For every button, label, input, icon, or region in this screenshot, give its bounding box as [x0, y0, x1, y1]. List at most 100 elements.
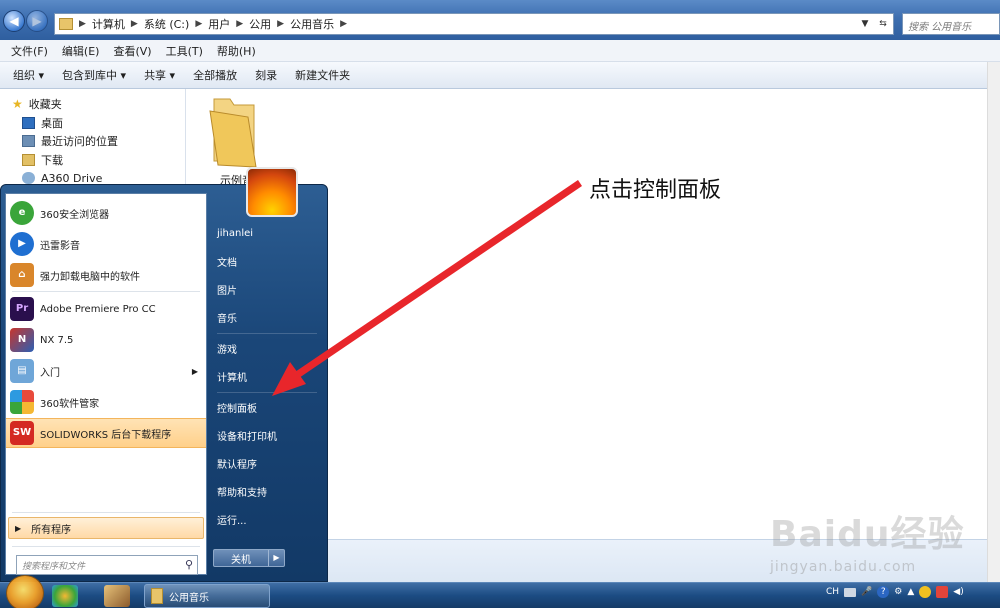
- paint-app-icon[interactable]: [104, 585, 130, 607]
- play-arrow-icon: ▶: [15, 523, 22, 533]
- start-item-default-programs[interactable]: 默认程序: [217, 453, 257, 473]
- nav-label: A360 Drive: [41, 171, 103, 185]
- address-bar-area: ◀ ▶ ▶ 计算机 ▶ 系统 (C:) ▶ 用户 ▶ 公用 ▶ 公用音乐 ▶ ▼…: [0, 0, 1000, 40]
- nav-recent-places[interactable]: 最近访问的位置: [22, 132, 118, 150]
- star-icon: ★: [12, 97, 23, 111]
- user-avatar[interactable]: [246, 167, 298, 217]
- menu-view[interactable]: 查看(V): [106, 43, 158, 59]
- start-item-user-folder[interactable]: jihanlei: [217, 223, 253, 243]
- menu-help[interactable]: 帮助(H): [210, 43, 263, 59]
- program-item-getting-started[interactable]: ▤ 入门 ▶: [6, 356, 206, 386]
- volume-icon[interactable]: ◀): [953, 587, 963, 597]
- start-item-music[interactable]: 音乐: [217, 307, 237, 327]
- organize-button[interactable]: 组织 ▾: [4, 67, 53, 83]
- shutdown-options-arrow-icon[interactable]: ▶: [268, 550, 284, 566]
- program-label: 强力卸载电脑中的软件: [40, 271, 140, 283]
- uninstaller-icon: ⌂: [10, 263, 34, 287]
- network-status-icon[interactable]: [919, 586, 932, 598]
- back-arrow-icon: ◀: [9, 14, 19, 28]
- program-list: e 360安全浏览器 ▶ 迅雷影音 ⌂ 强力卸载电脑中的软件 Pr Adobe …: [5, 193, 207, 575]
- divider: [217, 333, 317, 334]
- forward-button[interactable]: ▶: [26, 10, 48, 32]
- start-search-input[interactable]: 搜索程序和文件 ⚲: [16, 555, 198, 575]
- all-programs-button[interactable]: ▶ 所有程序: [8, 517, 204, 539]
- program-item-premiere-pro[interactable]: Pr Adobe Premiere Pro CC: [6, 294, 206, 324]
- chevron-right-icon: ▶: [236, 19, 244, 29]
- program-label: NX 7.5: [40, 334, 74, 346]
- microphone-icon[interactable]: 🎤: [861, 587, 872, 597]
- start-menu: e 360安全浏览器 ▶ 迅雷影音 ⌂ 强力卸载电脑中的软件 Pr Adobe …: [0, 167, 328, 582]
- menu-edit[interactable]: 编辑(E): [55, 43, 107, 59]
- nav-label: 最近访问的位置: [41, 135, 118, 148]
- 360-app-icon[interactable]: [52, 585, 78, 607]
- language-indicator[interactable]: CH: [826, 587, 839, 597]
- task-label: 公用音乐: [169, 592, 209, 604]
- program-item-360-software-manager[interactable]: 360软件管家: [6, 387, 206, 417]
- include-in-library-button[interactable]: 包含到库中 ▾: [53, 67, 135, 83]
- search-input[interactable]: 搜索 公用音乐: [902, 13, 1000, 35]
- nav-downloads[interactable]: 下载: [22, 151, 63, 169]
- share-button[interactable]: 共享 ▾: [135, 67, 184, 83]
- breadcrumb-users[interactable]: 用户: [208, 16, 230, 32]
- folder-icon[interactable]: [208, 95, 260, 169]
- start-item-run[interactable]: 运行...: [217, 509, 247, 529]
- help-icon[interactable]: ?: [877, 586, 890, 598]
- all-programs-label: 所有程序: [31, 524, 72, 536]
- shutdown-label: 关机: [231, 554, 251, 566]
- folder-icon: [151, 588, 163, 604]
- vertical-scrollbar[interactable]: [987, 62, 1000, 582]
- new-folder-button[interactable]: 新建文件夹: [286, 67, 359, 83]
- address-field[interactable]: ▶ 计算机 ▶ 系统 (C:) ▶ 用户 ▶ 公用 ▶ 公用音乐 ▶ ▼ ⇆: [54, 13, 894, 35]
- divider: [12, 546, 200, 547]
- nx-icon: N: [10, 328, 34, 352]
- breadcrumb-public[interactable]: 公用: [249, 16, 271, 32]
- menu-tools[interactable]: 工具(T): [159, 43, 210, 59]
- start-item-pictures[interactable]: 图片: [217, 279, 237, 299]
- security-shield-icon[interactable]: [936, 586, 949, 598]
- program-item-360-browser[interactable]: e 360安全浏览器: [6, 198, 206, 228]
- start-item-help-support[interactable]: 帮助和支持: [217, 481, 267, 501]
- submenu-arrow-icon: ▶: [191, 366, 198, 376]
- chevron-right-icon: ▶: [130, 19, 138, 29]
- annotation-text: 点击控制面板: [589, 178, 722, 203]
- back-button[interactable]: ◀: [3, 10, 25, 32]
- play-all-button[interactable]: 全部播放: [184, 67, 246, 83]
- keyboard-icon[interactable]: [844, 587, 857, 597]
- program-item-solidworks-downloader[interactable]: SW SOLIDWORKS 后台下载程序: [6, 418, 206, 448]
- divider: [217, 392, 317, 393]
- start-button[interactable]: [6, 575, 44, 608]
- breadcrumb-public-music[interactable]: 公用音乐: [290, 16, 334, 32]
- program-label: 360安全浏览器: [40, 209, 110, 221]
- program-item-nx[interactable]: N NX 7.5: [6, 325, 206, 355]
- nav-label: 收藏夹: [28, 98, 62, 111]
- menu-file[interactable]: 文件(F): [4, 43, 55, 59]
- command-bar: 组织 ▾ 包含到库中 ▾ 共享 ▾ 全部播放 刻录 新建文件夹: [0, 62, 1000, 89]
- chevron-right-icon: ▶: [340, 19, 347, 29]
- taskbar: 公用音乐 CH 🎤 ? ⚙ ▲ ◀): [0, 575, 1000, 608]
- burn-button[interactable]: 刻录: [246, 67, 286, 83]
- chevron-right-icon: ▶: [195, 19, 203, 29]
- program-item-uninstaller[interactable]: ⌂ 强力卸载电脑中的软件: [6, 260, 206, 290]
- history-dropdown-icon[interactable]: ▼: [857, 14, 873, 34]
- start-item-computer[interactable]: 计算机: [217, 366, 247, 386]
- start-item-devices-printers[interactable]: 设备和打印机: [217, 425, 277, 445]
- program-item-xunlei-player[interactable]: ▶ 迅雷影音: [6, 229, 206, 259]
- breadcrumb-drive[interactable]: 系统 (C:): [144, 16, 189, 32]
- program-label: 迅雷影音: [40, 240, 80, 252]
- refresh-icon[interactable]: ⇆: [875, 14, 891, 34]
- chevron-up-icon[interactable]: ▲: [907, 587, 914, 597]
- nav-desktop[interactable]: 桌面: [22, 114, 63, 132]
- start-item-control-panel[interactable]: 控制面板: [217, 397, 257, 417]
- gear-icon[interactable]: ⚙: [894, 587, 902, 597]
- taskbar-explorer-window[interactable]: 公用音乐: [144, 584, 270, 608]
- breadcrumb-computer[interactable]: 计算机: [92, 16, 125, 32]
- search-placeholder: 搜索程序和文件: [22, 562, 86, 572]
- search-icon[interactable]: ⚲: [185, 558, 193, 571]
- premiere-pro-icon: Pr: [10, 297, 34, 321]
- nav-favorites[interactable]: ★ 收藏夹: [12, 95, 62, 113]
- solidworks-icon: SW: [10, 421, 34, 445]
- shutdown-button[interactable]: 关机 ▶: [213, 549, 285, 567]
- desktop-icon: [22, 117, 35, 129]
- start-item-documents[interactable]: 文档: [217, 251, 237, 271]
- start-item-games[interactable]: 游戏: [217, 338, 237, 358]
